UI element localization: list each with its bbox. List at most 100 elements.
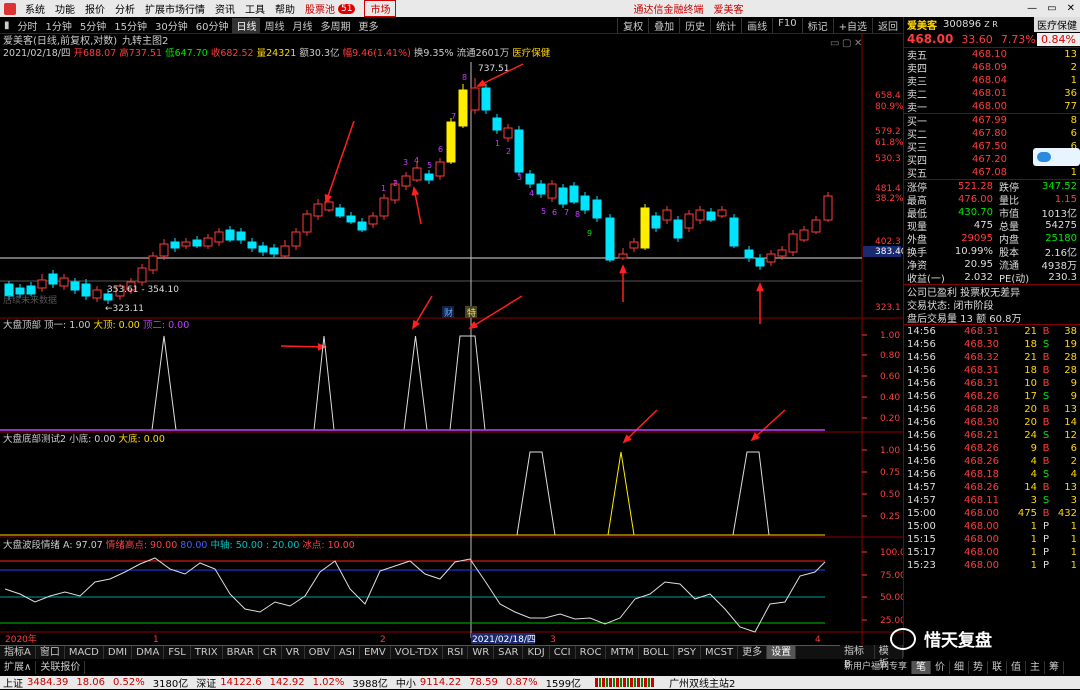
minimize-icon[interactable]: — xyxy=(1022,3,1042,14)
bid-book: 买一467.998买二467.806买三467.506买四467.201买五46… xyxy=(904,114,1080,180)
ext-toggle[interactable]: 扩展∧ xyxy=(0,661,37,674)
indicator-tab[interactable]: KDJ xyxy=(523,646,550,659)
candle-body xyxy=(357,221,367,231)
indicator-tab[interactable]: MTM xyxy=(606,646,639,659)
period-15min[interactable]: 15分钟 xyxy=(110,18,151,33)
indicator-tab[interactable]: TRIX xyxy=(191,646,223,659)
restore-icon[interactable]: ▭ xyxy=(1042,3,1061,14)
formula-name[interactable]: 九转主图2 xyxy=(122,34,168,47)
indicator-tab[interactable]: CCI xyxy=(550,646,576,659)
history-button[interactable]: 历史 xyxy=(679,17,710,33)
indicator-tab[interactable]: 指标A xyxy=(0,646,36,659)
f10-button[interactable]: F10 xyxy=(772,17,801,33)
menu-help[interactable]: 帮助 xyxy=(270,1,300,16)
indicator-tab[interactable]: EMV xyxy=(360,646,391,659)
quote-tab[interactable]: 联 xyxy=(988,661,1008,674)
adjust-button[interactable]: 复权 xyxy=(617,17,648,33)
book-row[interactable]: 卖一 468.00 77 xyxy=(904,100,1080,114)
book-row[interactable]: 买五 467.08 1 xyxy=(904,166,1080,180)
add-watchlist-button[interactable]: +自选 xyxy=(832,17,872,33)
tick-time: 14:56 xyxy=(907,404,936,415)
tick-volume: 17 xyxy=(1024,391,1037,402)
event-marker-label[interactable]: 特 xyxy=(467,307,476,319)
close-icon[interactable]: ✕ xyxy=(1062,3,1080,14)
draw-button[interactable]: 画线 xyxy=(741,17,772,33)
indicator-tab[interactable]: CR xyxy=(259,646,282,659)
float-widget[interactable] xyxy=(1033,148,1080,166)
panel-close-icon[interactable]: ✕ xyxy=(854,38,862,49)
indicator-tab[interactable]: VOL-TDX xyxy=(391,646,444,659)
market-button[interactable]: 市场 xyxy=(364,0,397,17)
period-5min[interactable]: 5分钟 xyxy=(76,18,110,33)
period-60min[interactable]: 60分钟 xyxy=(192,18,233,33)
candle-body xyxy=(324,201,334,211)
quote-tab[interactable]: 价 xyxy=(931,661,951,674)
menu-quote[interactable]: 报价 xyxy=(80,1,110,16)
indicator-b-tab[interactable]: 指标B xyxy=(840,645,875,670)
panel-maximize-icon[interactable]: ▢ xyxy=(842,38,851,49)
indicator-tab[interactable]: SAR xyxy=(494,646,524,659)
overlay-button[interactable]: 叠加 xyxy=(648,17,679,33)
indicator-tab[interactable]: FSL xyxy=(164,646,191,659)
indicator-tab[interactable]: DMA xyxy=(132,646,165,659)
menu-analysis[interactable]: 分析 xyxy=(110,1,140,16)
indicator-tab[interactable]: RSI xyxy=(443,646,469,659)
sequence-number: 7 xyxy=(451,112,456,121)
indicator-tab[interactable]: VR xyxy=(282,646,305,659)
indicator-tab[interactable]: BOLL xyxy=(639,646,674,659)
quote-sector[interactable]: 医疗保健 xyxy=(1034,16,1080,32)
indicator-tab[interactable]: 设置 xyxy=(767,646,797,659)
back-button[interactable]: 返回 xyxy=(872,17,903,33)
quote-tab[interactable]: 筹 xyxy=(1045,661,1065,674)
indicator-tab[interactable]: MCST xyxy=(701,646,739,659)
period-daily[interactable]: 日线 xyxy=(232,17,261,33)
indicator-tab[interactable]: ROC xyxy=(576,646,607,659)
quote-tab[interactable]: 势 xyxy=(969,661,989,674)
period-multi[interactable]: 多周期 xyxy=(316,18,354,33)
menu-tools[interactable]: 工具 xyxy=(240,1,270,16)
axis-label: 0.50 xyxy=(880,490,900,500)
indicator-tab[interactable]: 窗口 xyxy=(36,646,65,659)
tick-time: 14:56 xyxy=(907,430,936,441)
stats-button[interactable]: 统计 xyxy=(710,17,741,33)
mark-button[interactable]: 标记 xyxy=(801,17,833,33)
period-weekly[interactable]: 周线 xyxy=(260,18,288,33)
indicator-tab[interactable]: WR xyxy=(468,646,495,659)
menu-info[interactable]: 资讯 xyxy=(210,1,240,16)
indicator-tab[interactable]: DMI xyxy=(104,646,133,659)
period-monthly[interactable]: 月线 xyxy=(288,18,316,33)
period-30min[interactable]: 30分钟 xyxy=(151,18,192,33)
indicator-tab[interactable]: ASI xyxy=(335,646,360,659)
indicator-tab[interactable]: OBV xyxy=(305,646,335,659)
candle-body xyxy=(26,285,36,295)
tick-volume: 21 xyxy=(1024,326,1037,337)
menu-ext-market[interactable]: 扩展市场行情 xyxy=(140,1,210,16)
quote-tab[interactable]: 值 xyxy=(1007,661,1027,674)
tick-price: 468.26 xyxy=(964,482,999,493)
menu-function[interactable]: 功能 xyxy=(50,1,80,16)
book-volume: 6 xyxy=(1070,128,1077,139)
indicator-tab[interactable]: MACD xyxy=(65,646,104,659)
stock-pool-button[interactable]: 股票池 51 xyxy=(300,1,360,16)
period-more[interactable]: 更多 xyxy=(354,18,382,33)
tick-count: 9 xyxy=(1070,378,1077,389)
sequence-number: 2 xyxy=(506,147,511,156)
tick-price: 468.00 xyxy=(964,547,999,558)
indicator-tab[interactable]: PSY xyxy=(674,646,702,659)
indicator-tab[interactable]: BRAR xyxy=(223,646,259,659)
period-1min[interactable]: 1分钟 xyxy=(42,18,76,33)
chart-area[interactable]: 爱美客(日线,前复权,对数) 九转主图2 2021/02/18/四 开688.0… xyxy=(0,34,903,645)
quote-tab[interactable]: 细 xyxy=(950,661,970,674)
related-quote-tab[interactable]: 关联报价 xyxy=(36,661,86,674)
tick-time: 14:56 xyxy=(907,365,936,376)
finance-marker-label[interactable]: 财 xyxy=(444,307,453,319)
menu-system[interactable]: 系统 xyxy=(20,1,50,16)
tick-count: 14 xyxy=(1064,417,1077,428)
period-tick[interactable]: 分时 xyxy=(14,18,42,33)
indicator-tab[interactable]: 更多 xyxy=(738,646,768,659)
server-name[interactable]: 广州双线主站2 xyxy=(669,675,735,690)
quote-tab[interactable]: 主 xyxy=(1026,661,1046,674)
quote-tab[interactable]: 笔 xyxy=(912,661,932,674)
quote-tab-bar: 新用户福利专享 笔价细势联值主筹 xyxy=(840,659,1080,676)
panel-minimize-icon[interactable]: ▭ xyxy=(830,38,839,49)
